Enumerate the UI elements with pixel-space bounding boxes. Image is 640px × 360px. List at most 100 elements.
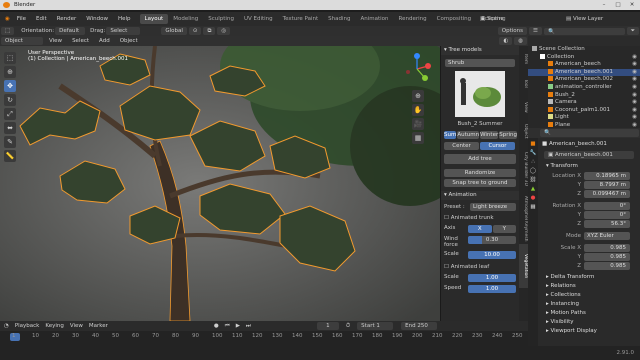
transform-header[interactable]: ▾ Transform <box>538 162 640 171</box>
sidebar-tab-keymesh[interactable]: Keymesh <box>519 220 528 242</box>
visibility-eye-icon[interactable]: ◉ <box>632 114 637 122</box>
scale-tool-icon[interactable]: ⤢ <box>4 108 16 120</box>
transform-orientation-dropdown[interactable]: Global <box>161 27 187 35</box>
scale-y-field[interactable]: 0.985 <box>584 252 630 261</box>
timeline-ruler[interactable]: 1 10 20 30 40 50 60 70 80 90 100 110 120 130 140 150 160… <box>0 333 528 343</box>
orientation-dropdown[interactable]: Default <box>55 27 86 35</box>
object-name-field[interactable]: ▣ American_beech.001 <box>544 151 634 159</box>
rotation-mode-dropdown[interactable]: XYZ Euler <box>584 231 630 240</box>
animation-header[interactable]: ▾ Animation <box>441 191 519 200</box>
jump-start-icon[interactable]: ⏮ <box>225 323 230 330</box>
mode-dropdown[interactable]: Object Mode <box>1 37 43 52</box>
scale-z-field[interactable]: 0.985 <box>584 261 630 270</box>
move-tool-icon[interactable]: ✥ <box>4 80 16 92</box>
mesh-data-icon[interactable]: ▲ <box>531 186 535 192</box>
section-instancing[interactable]: ▸ Instancing <box>538 300 640 309</box>
navigation-gizmo[interactable] <box>400 52 434 86</box>
visibility-eye-icon[interactable]: ◉ <box>632 69 637 77</box>
outliner-row[interactable]: American_beech.001 ◉ <box>528 68 640 77</box>
cursor-tool-icon[interactable]: ⊕ <box>4 66 16 78</box>
snap-icon[interactable]: ⧉ <box>203 27 216 35</box>
viewport-menu-object[interactable]: Object <box>115 38 143 44</box>
maximize-icon[interactable]: □ <box>611 0 625 10</box>
jump-end-icon[interactable]: ⏭ <box>246 323 251 330</box>
tab-texture-paint[interactable]: Texture Paint <box>278 14 324 24</box>
tab-compositing[interactable]: Compositing <box>432 14 476 24</box>
options-dropdown[interactable]: Options <box>497 27 527 35</box>
visibility-eye-icon[interactable]: ◉ <box>632 54 637 62</box>
tree-preview-thumbnail[interactable] <box>455 71 505 117</box>
section-viewport-display[interactable]: ▸ Viewport Display <box>538 327 640 336</box>
texture-icon[interactable]: ▦ <box>530 204 535 210</box>
outliner-row[interactable]: Scene Collection <box>528 46 640 54</box>
speed-field[interactable]: 1.00 <box>468 285 516 293</box>
menu-window[interactable]: Window <box>81 16 113 22</box>
section-delta-transform[interactable]: ▸ Delta Transform <box>538 273 640 282</box>
randomize-button[interactable]: Randomize <box>444 169 516 177</box>
outliner-row[interactable]: Camera ◉ <box>528 99 640 107</box>
menu-edit[interactable]: Edit <box>31 16 52 22</box>
animated-trunk-checkbox[interactable]: ☐ Animated trunk <box>444 215 516 221</box>
visibility-eye-icon[interactable]: ◉ <box>632 76 637 84</box>
play-icon[interactable]: ▶ <box>236 323 240 329</box>
rotation-y-field[interactable]: 0° <box>584 210 630 219</box>
add-tree-button[interactable]: Add tree <box>444 154 516 164</box>
pan-icon[interactable]: ✋ <box>412 104 424 116</box>
location-x-field[interactable]: 0.18965 m <box>584 171 630 180</box>
record-icon[interactable]: ● <box>214 323 219 329</box>
sidebar-tab-tool[interactable]: Tool <box>519 72 528 94</box>
material-icon[interactable]: ● <box>531 195 536 201</box>
outliner-search[interactable]: 🔍 <box>543 27 625 35</box>
visibility-eye-icon[interactable]: ◉ <box>632 99 637 107</box>
modifier-icon[interactable]: 🔧 <box>530 150 537 156</box>
sidebar-tab-object[interactable]: Object <box>519 120 528 142</box>
visibility-eye-icon[interactable]: ◉ <box>632 92 637 100</box>
wind-force-slider[interactable]: 0.30 <box>468 236 516 244</box>
preview-range-icon[interactable]: ⏱ <box>346 323 350 330</box>
tab-rendering[interactable]: Rendering <box>394 14 432 24</box>
section-visibility[interactable]: ▸ Visibility <box>538 318 640 327</box>
measure-tool-icon[interactable]: 📏 <box>4 150 16 162</box>
view-layer-selector[interactable]: ▤ View Layer <box>566 16 603 22</box>
scale-x-field[interactable]: 0.985 <box>584 243 630 252</box>
axis-x-toggle[interactable]: X <box>468 225 492 233</box>
menu-render[interactable]: Render <box>52 16 82 22</box>
transform-tool-icon[interactable]: ⬌ <box>4 122 16 134</box>
visibility-eye-icon[interactable]: ◉ <box>632 84 637 92</box>
grid-view-icon[interactable]: ▦ <box>412 132 424 144</box>
visibility-eye-icon[interactable]: ◉ <box>632 107 637 115</box>
sidebar-tab-vegetation[interactable]: Vegetation <box>519 244 528 288</box>
timeline-editor-icon[interactable]: ◔ <box>4 323 9 329</box>
constraints-icon[interactable]: ⛓ <box>530 177 537 183</box>
animated-leaf-checkbox[interactable]: ☐ Animated leaf <box>444 264 516 270</box>
close-icon[interactable]: ✕ <box>625 0 639 10</box>
annotate-tool-icon[interactable]: ✎ <box>4 136 16 148</box>
tree-models-header[interactable]: ▾ Tree models <box>441 46 519 55</box>
pivot-icon[interactable]: ⊙ <box>188 27 202 35</box>
rotation-x-field[interactable]: 0° <box>584 201 630 210</box>
tab-layout[interactable]: Layout <box>139 14 169 24</box>
keying-menu[interactable]: Keying <box>45 323 63 329</box>
end-frame-field[interactable]: End 250 <box>401 322 438 330</box>
zoom-icon[interactable]: ⊕ <box>412 90 424 102</box>
axis-y-toggle[interactable]: Y <box>492 225 516 233</box>
playback-menu[interactable]: Playback <box>15 323 40 329</box>
viewport-shading-icon[interactable]: ◐ <box>499 37 513 45</box>
start-frame-field[interactable]: Start 1 <box>357 322 394 330</box>
editor-type-icon[interactable]: ☰ <box>529 27 542 35</box>
menu-file[interactable]: File <box>12 16 31 22</box>
particles-icon[interactable]: ∴ <box>531 159 535 165</box>
preset-dropdown[interactable]: Light breeze <box>470 203 516 211</box>
location-z-field[interactable]: 0.099467 m <box>584 189 630 198</box>
pivot-center[interactable]: Center <box>444 142 479 150</box>
rotate-tool-icon[interactable]: ↻ <box>4 94 16 106</box>
section-relations[interactable]: ▸ Relations <box>538 282 640 291</box>
season-autumn[interactable]: Autumn <box>457 131 480 139</box>
overlay-icon[interactable]: ◍ <box>514 37 527 45</box>
season-spring[interactable]: Spring <box>499 131 517 139</box>
scale-field-1[interactable]: 10.00 <box>468 251 516 259</box>
sidebar-tab-city-builder-3d[interactable]: City Builder 3D <box>519 144 528 194</box>
current-frame-field[interactable]: 1 <box>316 322 339 330</box>
tab-sculpting[interactable]: Sculpting <box>203 14 239 24</box>
outliner-row[interactable]: Collection ◉ <box>528 53 640 62</box>
